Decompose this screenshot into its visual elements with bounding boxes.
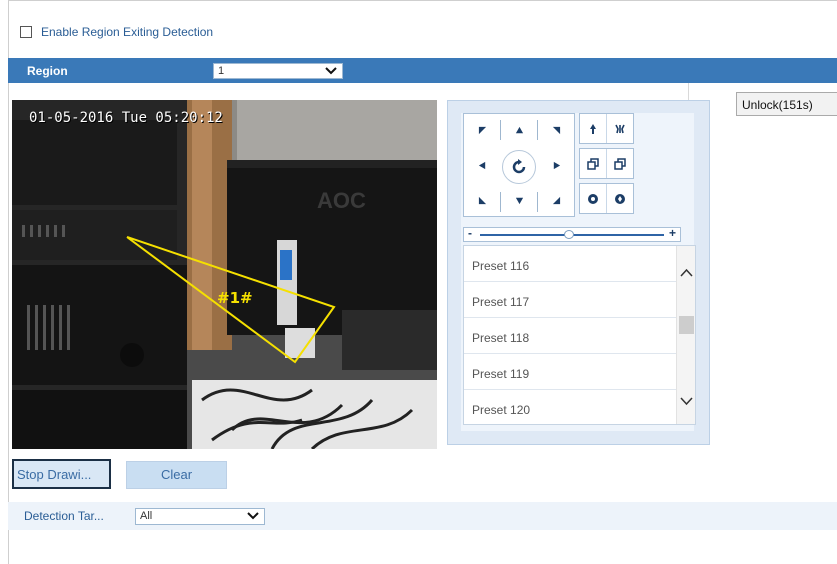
clear-button[interactable]: Clear (126, 461, 227, 489)
auto-pan-button[interactable] (502, 150, 536, 184)
arrow-right-icon (553, 161, 560, 170)
zoom-out-button[interactable] (607, 114, 633, 143)
refresh-icon (512, 159, 526, 174)
live-video[interactable]: AOC #1# 01-05-2016 Tue 05:20:12 (12, 100, 437, 449)
focus-controls (579, 148, 634, 179)
region-label: Region (27, 64, 68, 78)
iris-open-button[interactable] (580, 184, 607, 213)
region-select[interactable]: 1 (213, 63, 343, 79)
preset-list[interactable]: Preset 116 Preset 117 Preset 118 Preset … (463, 245, 696, 425)
plus-icon: + (668, 226, 676, 240)
unlock-button[interactable]: Unlock(151s) (736, 92, 837, 116)
detection-target-row: Detection Tar... All (8, 502, 837, 530)
zoom-in-button[interactable] (580, 114, 607, 143)
video-timestamp: 01-05-2016 Tue 05:20:12 (29, 110, 223, 126)
preset-item[interactable]: Preset 119 (464, 354, 676, 390)
scroll-up-icon[interactable] (680, 268, 693, 278)
arrow-up-icon (515, 126, 523, 134)
ptz-speed-slider[interactable]: - + (463, 226, 681, 242)
iris-open-icon (588, 193, 598, 204)
ptz-panel: - + Preset 116 Preset 117 Preset 118 Pre… (447, 100, 710, 445)
focus-near-button[interactable] (580, 149, 607, 178)
pan-right-button[interactable] (538, 149, 574, 182)
preset-item[interactable]: Preset 117 (464, 282, 676, 318)
detection-target-label: Detection Tar... (24, 509, 104, 523)
arrow-down-left-icon (478, 196, 486, 205)
scroll-down-icon[interactable] (680, 396, 693, 406)
chevron-down-icon (325, 67, 337, 75)
enable-detection-label: Enable Region Exiting Detection (41, 25, 214, 39)
pan-up-right-button[interactable] (538, 114, 574, 147)
zoom-out-icon (615, 124, 625, 133)
arrow-down-icon (515, 197, 523, 205)
speed-thumb[interactable] (563, 230, 574, 239)
monitor-brand: AOC (317, 188, 366, 213)
stop-drawing-button[interactable]: Stop Drawi... (12, 459, 111, 489)
pan-down-right-button[interactable] (538, 184, 574, 217)
region-select-value: 1 (218, 65, 225, 77)
pan-left-button[interactable] (464, 149, 500, 182)
region-bar: Region 1 (8, 58, 837, 83)
focus-near-icon (587, 157, 599, 170)
arrow-up-right-icon (552, 126, 560, 135)
iris-controls (579, 183, 634, 214)
detection-target-value: All (140, 510, 153, 522)
video-scene: AOC #1# (12, 100, 437, 449)
divider (688, 83, 689, 100)
pan-up-left-button[interactable] (464, 114, 500, 147)
detection-target-select[interactable]: All (135, 508, 265, 525)
iris-close-button[interactable] (607, 184, 633, 213)
minus-icon: - (468, 226, 472, 240)
preset-item[interactable]: Preset 118 (464, 318, 676, 354)
preset-scrollbar[interactable] (676, 246, 695, 424)
iris-close-icon (615, 193, 625, 204)
preset-item[interactable]: Preset 116 (464, 246, 676, 282)
zoom-in-icon (590, 123, 596, 134)
direction-pad (463, 113, 575, 217)
focus-far-icon (614, 157, 626, 170)
enable-detection-row[interactable]: Enable Region Exiting Detection (20, 24, 213, 40)
arrow-down-right-icon (552, 196, 560, 205)
zoom-controls (579, 113, 634, 144)
focus-far-button[interactable] (607, 149, 633, 178)
pan-up-button[interactable] (501, 114, 537, 147)
arrow-left-icon (478, 161, 485, 170)
arrow-up-left-icon (478, 126, 486, 135)
region-tag: #1# (217, 289, 253, 307)
pan-down-button[interactable] (501, 184, 537, 217)
pan-down-left-button[interactable] (464, 184, 500, 217)
scrollbar-thumb[interactable] (679, 316, 694, 334)
enable-detection-checkbox[interactable] (20, 26, 32, 38)
chevron-down-icon (247, 512, 259, 520)
preset-item[interactable]: Preset 120 (464, 390, 676, 424)
